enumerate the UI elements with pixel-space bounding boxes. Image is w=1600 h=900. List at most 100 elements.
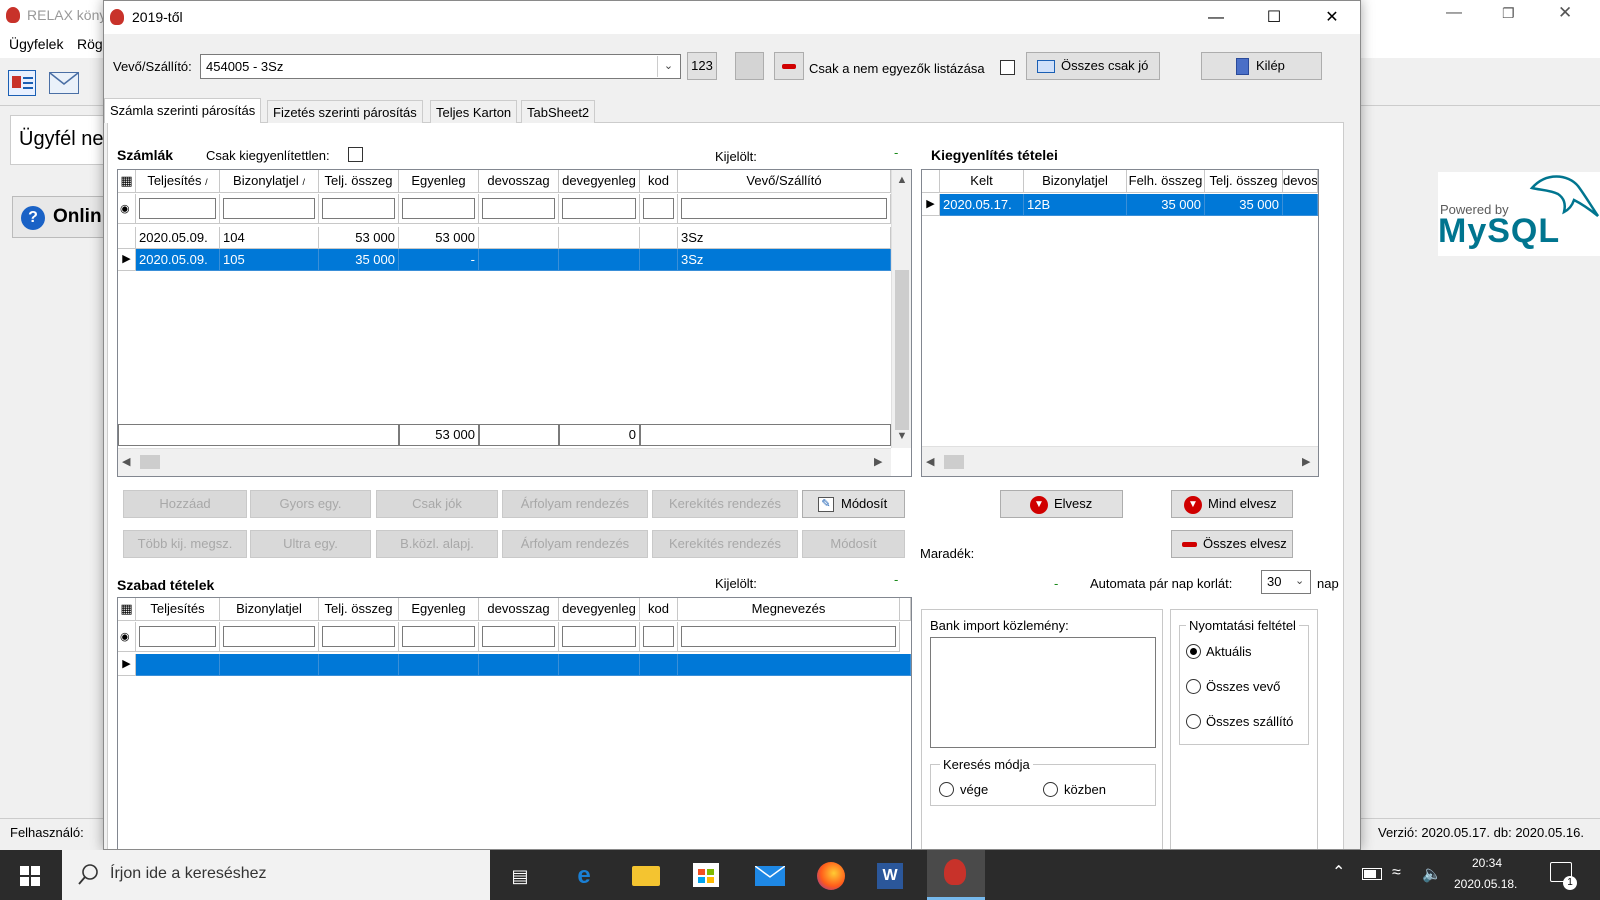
table-row[interactable]: 2020.05.09. 104 53 000 53 000 3Sz	[118, 227, 891, 249]
background-minimize-icon[interactable]: —	[1446, 4, 1462, 22]
grid-settings-icon[interactable]: ▦	[118, 598, 136, 621]
grid-settings-icon[interactable]: ▦	[118, 170, 136, 193]
scroll-left-icon[interactable]: ◀	[926, 455, 934, 468]
scroll-right-icon[interactable]: ▶	[1302, 455, 1310, 468]
settlements-grid[interactable]: Kelt Bizonylatjel Felh. összeg Telj. öss…	[921, 169, 1319, 477]
only-unsettled-checkbox[interactable]	[348, 147, 363, 162]
chevron-down-icon[interactable]: ⌄	[1295, 574, 1304, 587]
col-header[interactable]: kod	[640, 598, 678, 621]
filter-input[interactable]	[479, 194, 559, 224]
print-current-radio[interactable]	[1186, 644, 1201, 659]
filter-input[interactable]	[136, 622, 220, 652]
col-header[interactable]: Egyenleg	[399, 598, 479, 621]
vertical-scrollbar[interactable]: ▲ ▼	[891, 170, 911, 448]
filter-input[interactable]	[399, 194, 479, 224]
filter-input[interactable]	[559, 194, 640, 224]
scroll-thumb[interactable]	[140, 455, 160, 469]
col-header[interactable]: Telj. összeg	[1205, 170, 1283, 193]
col-header[interactable]: Egyenleg	[399, 170, 479, 193]
col-header[interactable]: devosszag	[479, 170, 559, 193]
col-header[interactable]: Telj. összeg	[319, 170, 399, 193]
customer-select[interactable]: 454005 - 3Sz ⌄	[200, 54, 681, 79]
menu-ugyfelek[interactable]: Ügyfelek	[9, 36, 63, 52]
taskbar-relax-active[interactable]	[927, 850, 985, 900]
filter-input[interactable]	[640, 194, 678, 224]
search-mode-end-radio[interactable]	[939, 782, 954, 797]
mail-app-icon[interactable]	[755, 866, 785, 886]
binoculars-icon[interactable]: ◉	[118, 194, 136, 224]
code-button[interactable]: 123	[687, 52, 717, 80]
ultra-match-button[interactable]: Ultra egy.	[250, 530, 371, 558]
exchange-rate-button-2[interactable]: Árfolyam rendezés	[502, 530, 648, 558]
firefox-icon[interactable]	[817, 862, 845, 890]
scroll-thumb[interactable]	[944, 455, 964, 469]
col-header[interactable]: Bizonylatjel /	[220, 170, 319, 193]
add-button[interactable]: Hozzáad	[123, 490, 247, 518]
scroll-up-icon[interactable]: ▲	[892, 174, 912, 186]
col-header[interactable]: devegyenleg	[559, 170, 640, 193]
col-header[interactable]: devosszag	[479, 598, 559, 621]
print-all-customers-radio[interactable]	[1186, 679, 1201, 694]
mismatch-checkbox[interactable]	[1000, 60, 1015, 75]
scroll-left-icon[interactable]: ◀	[122, 455, 130, 468]
tab-payment-pairing[interactable]: Fizetés szerinti párosítás	[267, 100, 423, 123]
filter-input[interactable]	[559, 622, 640, 652]
col-header[interactable]: Felh. összeg	[1127, 170, 1205, 193]
only-good-button[interactable]: Csak jók	[376, 490, 498, 518]
modify-button-2[interactable]: Módosít	[802, 530, 905, 558]
volume-icon[interactable]: 🔈	[1422, 864, 1442, 884]
wifi-icon[interactable]: ≈	[1392, 864, 1401, 882]
filter-input[interactable]	[640, 622, 678, 652]
edge-icon[interactable]: e	[570, 862, 598, 890]
filter-input[interactable]	[479, 622, 559, 652]
rounding-button[interactable]: Kerekítés rendezés	[652, 490, 798, 518]
filter-input[interactable]	[399, 622, 479, 652]
col-header[interactable]: Bizonylatjel	[220, 598, 319, 621]
col-header[interactable]: Teljesítés	[136, 598, 220, 621]
auto-pair-select[interactable]: 30 ⌄	[1261, 570, 1311, 594]
start-button[interactable]	[0, 850, 62, 900]
minimize-icon[interactable]: —	[1187, 1, 1245, 34]
bank-notice-button[interactable]: B.közl. alapj.	[376, 530, 498, 558]
scroll-down-icon[interactable]: ▼	[892, 430, 912, 442]
col-header[interactable]: Vevő/Szállító	[678, 170, 891, 193]
multi-cancel-button[interactable]: Több kij. megsz.	[123, 530, 247, 558]
exchange-rate-button[interactable]: Árfolyam rendezés	[502, 490, 648, 518]
store-icon[interactable]	[693, 863, 719, 887]
battery-icon[interactable]	[1362, 868, 1382, 880]
scroll-right-icon[interactable]: ▶	[874, 455, 882, 468]
chevron-down-icon[interactable]: ⌄	[657, 56, 679, 77]
tab-invoice-pairing[interactable]: Számla szerinti párosítás	[104, 98, 262, 123]
filter-input[interactable]	[136, 194, 220, 224]
table-row[interactable]: ▶ 2020.05.09. 105 35 000 - 3Sz	[118, 249, 891, 271]
maximize-icon[interactable]: ☐	[1245, 1, 1303, 34]
col-header[interactable]: devegyenleg	[559, 598, 640, 621]
filter-input[interactable]	[678, 194, 891, 224]
bank-import-textarea[interactable]	[930, 637, 1156, 748]
background-close-icon[interactable]: ✕	[1558, 3, 1572, 23]
col-header[interactable]: devos:	[1283, 170, 1318, 193]
remove-button[interactable]: ▼ Elvesz	[1000, 490, 1123, 518]
clock-time[interactable]: 20:34	[1472, 856, 1502, 870]
task-view-icon[interactable]: ▤	[506, 862, 534, 890]
tab-tabsheet2[interactable]: TabSheet2	[521, 100, 596, 123]
online-button[interactable]: ? Onlin	[12, 196, 112, 238]
remove-everything-button[interactable]: Összes elvesz	[1171, 530, 1293, 558]
horizontal-scrollbar[interactable]: ◀ ▶	[922, 446, 1318, 476]
filter-input[interactable]	[319, 622, 399, 652]
col-header[interactable]: kod	[640, 170, 678, 193]
search-mode-within-radio[interactable]	[1043, 782, 1058, 797]
scroll-thumb[interactable]	[895, 270, 909, 430]
file-explorer-icon[interactable]	[632, 866, 660, 886]
filter-input[interactable]	[220, 194, 319, 224]
rounding-button-2[interactable]: Kerekítés rendezés	[652, 530, 798, 558]
word-icon[interactable]: W	[877, 863, 903, 889]
table-row[interactable]: ▶	[118, 654, 911, 676]
close-icon[interactable]: ✕	[1303, 1, 1360, 34]
col-header[interactable]: Telj. összeg	[319, 598, 399, 621]
background-restore-icon[interactable]: ❐	[1502, 5, 1515, 22]
menu-rogzites[interactable]: Rög	[77, 36, 103, 52]
free-items-grid[interactable]: ▦ Teljesítés Bizonylatjel Telj. összeg E…	[117, 597, 912, 849]
col-header[interactable]: Bizonylatjel	[1024, 170, 1127, 193]
filter-input[interactable]	[319, 194, 399, 224]
